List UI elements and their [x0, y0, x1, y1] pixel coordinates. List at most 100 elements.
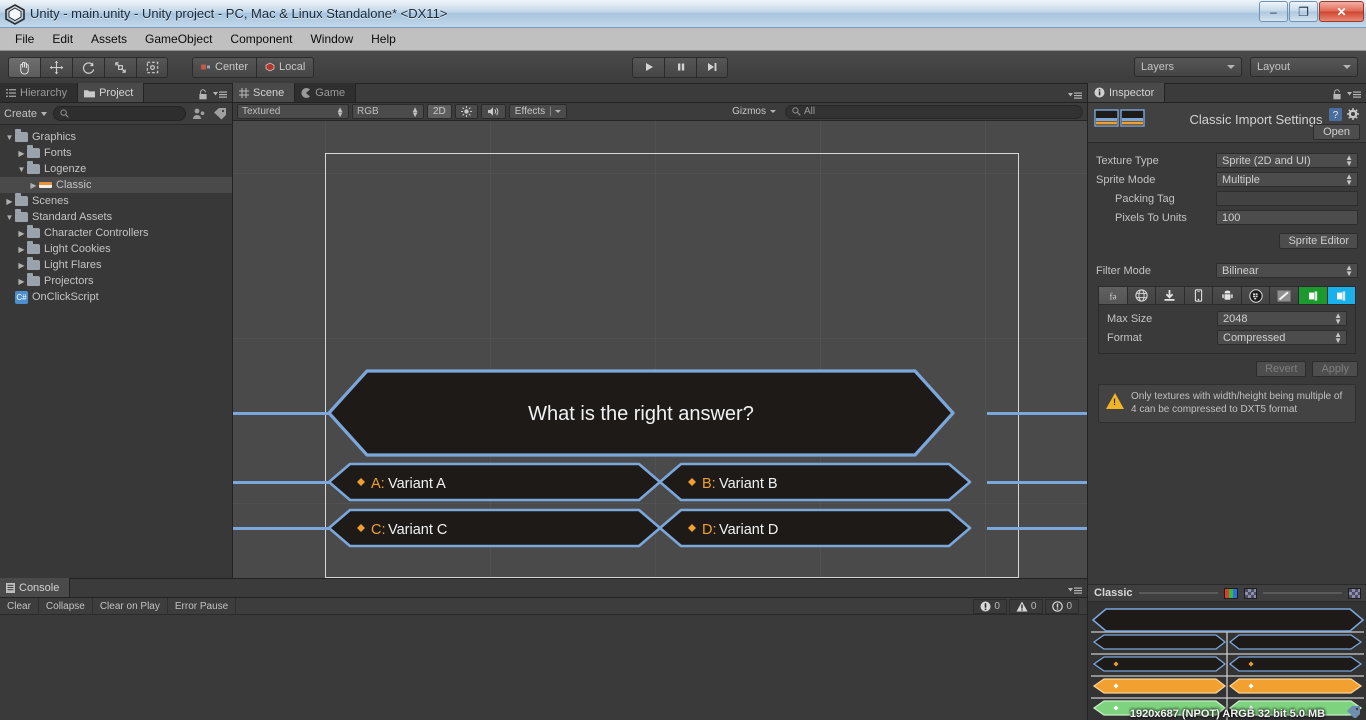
pivot-mode-button[interactable]: Center — [192, 56, 257, 78]
chevron-right-icon[interactable]: ▶ — [16, 261, 27, 270]
tree-item-scenes[interactable]: ▶ Scenes — [0, 193, 232, 209]
windows-phone-platform-icon[interactable] — [1327, 287, 1356, 304]
property-input[interactable] — [1216, 191, 1358, 206]
tab-game[interactable]: Game — [295, 83, 357, 102]
windows-store-platform-icon[interactable] — [1298, 287, 1328, 304]
chevron-right-icon[interactable]: ▶ — [16, 245, 27, 254]
ios-platform-icon[interactable] — [1184, 287, 1214, 304]
rect-tool-button[interactable] — [136, 56, 168, 78]
scene-viewport[interactable]: What is the right answer? A: Variant A B… — [233, 121, 1087, 596]
property-input[interactable]: 100 — [1216, 210, 1358, 225]
create-asset-button[interactable]: Create — [4, 108, 48, 120]
apply-button[interactable]: Apply — [1312, 360, 1358, 377]
toggle-audio-button[interactable] — [480, 104, 506, 119]
chevron-right-icon[interactable]: ▶ — [4, 197, 15, 206]
toggle-lighting-button[interactable] — [454, 104, 478, 119]
tree-item-standard-assets[interactable]: ▼ Standard Assets — [0, 209, 232, 225]
restore-button[interactable]: ❐ — [1289, 1, 1318, 22]
asset-filter-icon[interactable] — [192, 107, 207, 120]
lock-icon[interactable] — [198, 89, 208, 100]
pause-button[interactable] — [664, 56, 696, 78]
blackberry-platform-icon[interactable] — [1241, 287, 1271, 304]
toggle-2d-button[interactable]: 2D — [427, 104, 452, 119]
lock-icon[interactable] — [1332, 89, 1342, 100]
menu-help[interactable]: Help — [362, 30, 405, 48]
chevron-right-icon[interactable]: ▶ — [16, 149, 27, 158]
minimize-button[interactable]: – — [1259, 1, 1288, 22]
tree-item-light-flares[interactable]: ▶ Light Flares — [0, 257, 232, 273]
property-dropdown[interactable]: Sprite (2D and UI) ▲ ▼ — [1216, 153, 1358, 168]
layers-dropdown[interactable]: Layers — [1134, 57, 1242, 77]
chevron-right-icon[interactable]: ▶ — [28, 181, 39, 190]
menu-window[interactable]: Window — [301, 30, 362, 48]
menu-assets[interactable]: Assets — [82, 30, 136, 48]
preview-mip-track[interactable] — [1262, 592, 1342, 594]
default-platform-icon[interactable]: fə — [1099, 287, 1128, 304]
menu-file[interactable]: File — [6, 30, 43, 48]
tizen-platform-icon[interactable] — [1270, 287, 1299, 304]
tree-item-character-controllers[interactable]: ▶ Character Controllers — [0, 225, 232, 241]
alpha-preview-icon[interactable] — [1243, 587, 1257, 599]
android-platform-icon[interactable] — [1213, 287, 1242, 304]
rotate-tool-button[interactable] — [72, 56, 104, 78]
collapse-button[interactable]: Collapse — [39, 597, 93, 615]
tree-item-classic[interactable]: ▶ Classic — [0, 177, 232, 193]
filter-mode-dropdown[interactable]: Bilinear ▲ ▼ — [1216, 263, 1358, 278]
tab-project[interactable]: Project — [78, 83, 145, 102]
tab-console[interactable]: Console — [0, 578, 71, 597]
tab-scene[interactable]: Scene — [233, 83, 296, 102]
panel-menu-icon[interactable] — [1347, 90, 1361, 99]
effects-dropdown[interactable]: Effects | — [508, 104, 567, 119]
play-button[interactable] — [632, 56, 664, 78]
status-bar-icon[interactable] — [1346, 705, 1362, 718]
panel-menu-icon[interactable] — [213, 90, 227, 99]
scale-tool-button[interactable] — [104, 56, 136, 78]
draw-mode-dropdown[interactable]: Textured ▲ ▼ — [237, 104, 349, 119]
tab-hierarchy[interactable]: Hierarchy — [0, 83, 79, 102]
mip-level-icon[interactable] — [1348, 587, 1361, 599]
panel-menu-icon[interactable] — [1068, 91, 1082, 100]
color-mode-dropdown[interactable]: RGB ▲ ▼ — [352, 104, 424, 119]
property-dropdown[interactable]: Multiple ▲ ▼ — [1216, 172, 1358, 187]
warning-counter[interactable]: 0 — [1008, 598, 1044, 614]
gizmos-dropdown[interactable]: Gizmos — [727, 104, 781, 119]
tree-item-fonts[interactable]: ▶ Fonts — [0, 145, 232, 161]
chevron-down-icon[interactable]: ▼ — [16, 165, 27, 174]
hand-tool-button[interactable] — [8, 56, 40, 78]
chevron-down-icon[interactable]: ▼ — [4, 133, 15, 142]
gear-icon[interactable] — [1347, 108, 1360, 121]
panel-menu-icon[interactable] — [1068, 586, 1082, 595]
revert-button[interactable]: Revert — [1256, 360, 1307, 377]
help-icon[interactable]: ? — [1329, 108, 1342, 121]
menu-gameobject[interactable]: GameObject — [136, 30, 221, 48]
console-log-list[interactable] — [0, 615, 1087, 720]
max-size-dropdown[interactable]: 2048 ▲ ▼ — [1217, 311, 1347, 326]
tab-inspector[interactable]: Inspector — [1088, 83, 1166, 102]
open-button[interactable]: Open — [1313, 124, 1360, 140]
tree-item-logenze[interactable]: ▼ Logenze — [0, 161, 232, 177]
error-counter[interactable]: 0 — [973, 598, 1007, 614]
project-search-input[interactable] — [53, 106, 186, 121]
error-pause-button[interactable]: Error Pause — [168, 597, 237, 615]
tree-item-onclickscript[interactable]: C# OnClickScript — [0, 289, 232, 305]
space-mode-button[interactable]: Local — [256, 56, 315, 78]
web-player-platform-icon[interactable] — [1127, 287, 1157, 304]
chevron-right-icon[interactable]: ▶ — [16, 277, 27, 286]
standalone-platform-icon[interactable] — [1156, 287, 1185, 304]
label-filter-icon[interactable] — [213, 107, 228, 120]
close-button[interactable]: ✕ — [1319, 1, 1364, 22]
tree-item-graphics[interactable]: ▼ Graphics — [0, 129, 232, 145]
move-tool-button[interactable] — [40, 56, 72, 78]
rgb-channel-icon[interactable] — [1223, 587, 1238, 599]
menu-component[interactable]: Component — [221, 30, 301, 48]
sprite-editor-button[interactable]: Sprite Editor — [1279, 232, 1358, 249]
tree-item-projectors[interactable]: ▶ Projectors — [0, 273, 232, 289]
clear-button[interactable]: Clear — [0, 597, 39, 615]
tree-item-light-cookies[interactable]: ▶ Light Cookies — [0, 241, 232, 257]
preview-slider-track[interactable] — [1138, 592, 1218, 594]
sprite-preview[interactable]: 1920x687 (NPOT) ARGB 32 bit 5.0 MB — [1088, 602, 1366, 720]
chevron-right-icon[interactable]: ▶ — [16, 229, 27, 238]
gizmo-search-input[interactable]: All — [785, 104, 1083, 119]
clear-on-play-button[interactable]: Clear on Play — [93, 597, 168, 615]
info-counter[interactable]: 0 — [1045, 598, 1079, 614]
